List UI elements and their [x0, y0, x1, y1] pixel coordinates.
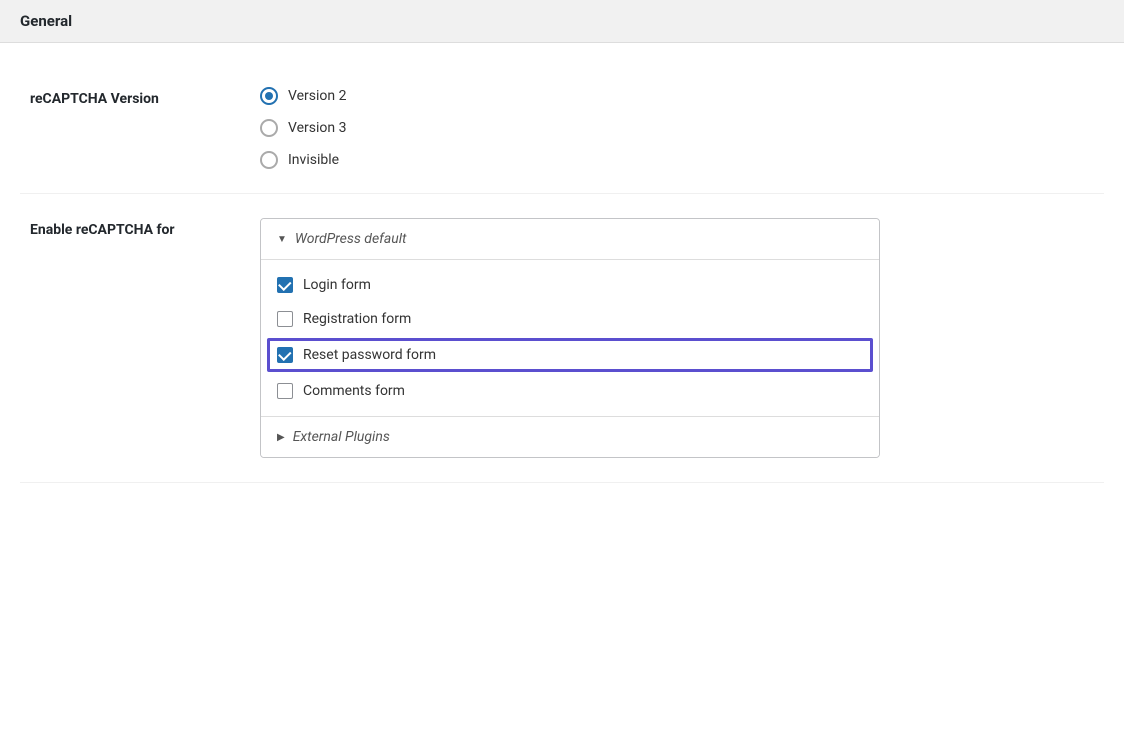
checkbox-login: [277, 277, 293, 293]
collapse-arrow-icon: ▼: [277, 234, 287, 245]
checkbox-comments: [277, 383, 293, 399]
checkbox-item-comments[interactable]: Comments form: [261, 374, 879, 408]
section-header: General: [0, 0, 1124, 43]
enable-recaptcha-control: ▼ WordPress default Login form Registrat…: [240, 218, 1104, 458]
radio-circle-invisible: [260, 151, 278, 169]
recaptcha-version-row: reCAPTCHA Version Version 2 Version 3 In…: [20, 63, 1104, 194]
checkbox-item-reset-password[interactable]: Reset password form: [267, 338, 873, 372]
enable-recaptcha-label: Enable reCAPTCHA for: [20, 218, 240, 238]
enable-recaptcha-row: Enable reCAPTCHA for ▼ WordPress default…: [20, 194, 1104, 483]
checkbox-label-login: Login form: [303, 277, 371, 293]
wordpress-default-label: WordPress default: [295, 231, 407, 247]
checkbox-registration: [277, 311, 293, 327]
radio-group-version: Version 2 Version 3 Invisible: [260, 87, 1104, 169]
radio-label-invisible: Invisible: [288, 152, 339, 168]
radio-label-v2: Version 2: [288, 88, 346, 104]
wordpress-default-header[interactable]: ▼ WordPress default: [261, 219, 879, 260]
recaptcha-version-control: Version 2 Version 3 Invisible: [240, 87, 1104, 169]
checkbox-list: Login form Registration form Reset passw…: [261, 260, 879, 416]
radio-item-v3[interactable]: Version 3: [260, 119, 1104, 137]
settings-table: reCAPTCHA Version Version 2 Version 3 In…: [0, 43, 1124, 503]
checkbox-label-comments: Comments form: [303, 383, 405, 399]
external-plugins-label: External Plugins: [293, 429, 390, 445]
radio-circle-v2: [260, 87, 278, 105]
radio-circle-v3: [260, 119, 278, 137]
section-title: General: [20, 12, 72, 30]
page-container: General reCAPTCHA Version Version 2 Vers…: [0, 0, 1124, 742]
checkbox-item-login[interactable]: Login form: [261, 268, 879, 302]
radio-item-invisible[interactable]: Invisible: [260, 151, 1104, 169]
radio-item-v2[interactable]: Version 2: [260, 87, 1104, 105]
external-plugins-footer[interactable]: ▶ External Plugins: [261, 416, 879, 457]
checkbox-label-reset-password: Reset password form: [303, 347, 436, 363]
radio-label-v3: Version 3: [288, 120, 346, 136]
recaptcha-version-label: reCAPTCHA Version: [20, 87, 240, 107]
checkbox-box: ▼ WordPress default Login form Registrat…: [260, 218, 880, 458]
expand-arrow-icon: ▶: [277, 432, 285, 443]
checkbox-reset-password: [277, 347, 293, 363]
checkbox-label-registration: Registration form: [303, 311, 411, 327]
checkbox-item-registration[interactable]: Registration form: [261, 302, 879, 336]
